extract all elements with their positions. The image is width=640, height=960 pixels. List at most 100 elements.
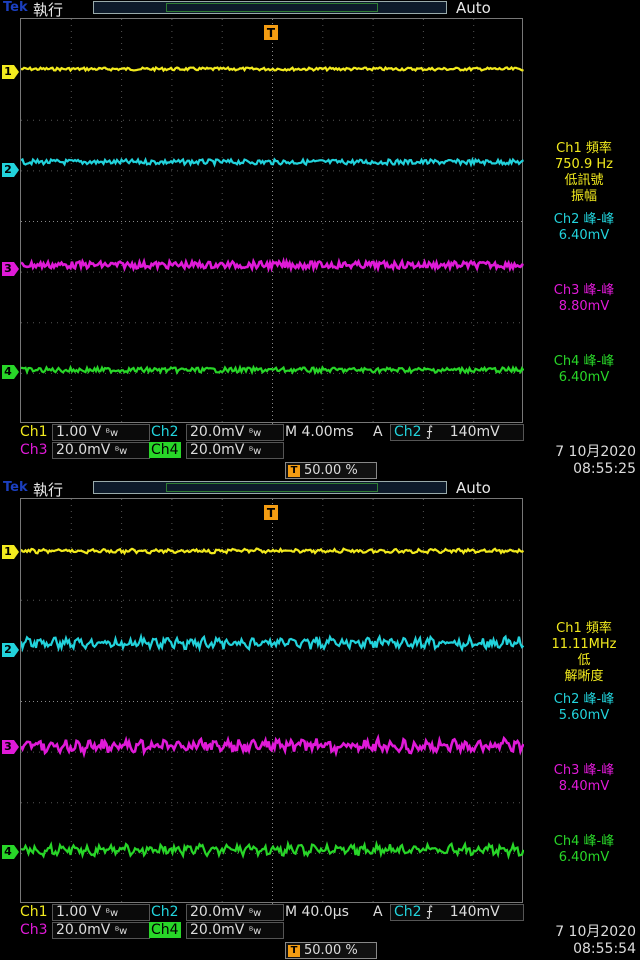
record-memory-bar[interactable] xyxy=(93,481,447,494)
tek-logo: Tek xyxy=(3,480,28,495)
ch1-scale-readout[interactable]: 1.00 V ᴮw xyxy=(52,424,150,441)
tek-logo: Tek xyxy=(3,0,28,15)
acquisition-indicator: A xyxy=(373,424,383,440)
ch1-ground-marker[interactable]: 1 xyxy=(2,545,19,559)
meas-label: Ch1 頻率 xyxy=(556,141,612,156)
ch4-ground-marker[interactable]: 4 xyxy=(2,365,19,379)
meas-label: Ch3 峰-峰 xyxy=(553,763,615,778)
meas-value: 8.80mV xyxy=(558,299,610,314)
meas-value: 750.9 Hz xyxy=(555,157,613,172)
record-view-window[interactable] xyxy=(166,3,378,12)
status-row-1: Ch1 1.00 V ᴮw Ch2 20.0mV ᴮw M 4.00ms A C… xyxy=(0,424,640,442)
top-status-bar: Tek 執行 Auto xyxy=(0,0,640,19)
trigger-position-readout[interactable]: T 50.00 % xyxy=(285,942,377,959)
waveform-graticule xyxy=(20,18,524,424)
status-row-1: Ch1 1.00 V ᴮw Ch2 20.0mV ᴮw M 40.0µs A C… xyxy=(0,904,640,922)
ch3-ground-marker[interactable]: 3 xyxy=(2,262,19,276)
ch2-ground-marker[interactable]: 2 xyxy=(2,163,19,177)
meas-label: Ch1 頻率 xyxy=(556,621,612,636)
meas-note: 低 xyxy=(577,653,591,668)
ch1-trace xyxy=(21,546,524,556)
ch2-ground-marker[interactable]: 2 xyxy=(2,643,19,657)
meas-note: 解晰度 xyxy=(564,669,604,684)
meas-value: 8.40mV xyxy=(558,779,610,794)
trigger-readout[interactable]: Ch2 ⨍ 140mV xyxy=(390,904,524,921)
ch2-scale-readout[interactable]: 20.0mV ᴮw xyxy=(186,904,284,921)
ch3-ground-marker[interactable]: 3 xyxy=(2,740,19,754)
waveform-traces xyxy=(21,65,524,376)
waveform-traces xyxy=(21,546,524,860)
time-text: 08:55:25 xyxy=(573,461,636,477)
trigger-mode[interactable]: Auto xyxy=(456,479,491,497)
trigger-readout[interactable]: Ch2 ⨍ 140mV xyxy=(390,424,524,441)
meas-value: 5.60mV xyxy=(558,708,610,723)
ch4-scale-readout[interactable]: 20.0mV ᴮw xyxy=(186,442,284,459)
svg-text:T: T xyxy=(267,506,276,520)
svg-text:T: T xyxy=(267,26,276,40)
ch2-pk-pk-measurement: Ch2 峰-峰 5.60mV xyxy=(528,692,640,724)
acquisition-indicator: A xyxy=(373,904,383,920)
ch3-pk-pk-measurement: Ch3 峰-峰 8.40mV xyxy=(528,763,640,795)
ch2-pk-pk-measurement: Ch2 峰-峰 6.40mV xyxy=(528,212,640,244)
date-time: 7 10月2020 08:55:54 xyxy=(536,924,640,958)
ch1-frequency-measurement: Ch1 頻率 11.11MHz 低 解晰度 xyxy=(528,621,640,685)
top-status-bar: Tek 執行 Auto xyxy=(0,479,640,499)
timebase-readout[interactable]: M 4.00ms xyxy=(283,424,356,440)
ch2-label[interactable]: Ch2 xyxy=(149,904,181,920)
ch2-label[interactable]: Ch2 xyxy=(149,424,181,440)
meas-label: Ch4 峰-峰 xyxy=(553,834,615,849)
ch1-label[interactable]: Ch1 xyxy=(18,904,50,920)
record-memory-bar[interactable] xyxy=(93,1,447,14)
ch4-trace xyxy=(21,839,524,860)
ch4-pk-pk-measurement: Ch4 峰-峰 6.40mV xyxy=(528,834,640,866)
ch3-scale-readout[interactable]: 20.0mV ᴮw xyxy=(52,922,150,939)
meas-value: 6.40mV xyxy=(558,850,610,865)
ch2-trace xyxy=(21,156,524,168)
timebase-readout[interactable]: M 40.0µs xyxy=(283,904,351,920)
meas-value: 11.11MHz xyxy=(551,637,617,652)
ch4-label[interactable]: Ch4 xyxy=(149,442,181,458)
trigger-mode[interactable]: Auto xyxy=(456,0,491,17)
ch4-pk-pk-measurement: Ch4 峰-峰 6.40mV xyxy=(528,354,640,386)
meas-value: 6.40mV xyxy=(558,370,610,385)
record-view-window[interactable] xyxy=(166,483,378,492)
scope-screen-2: Tek 執行 Auto T 1 2 3 4 Ch1 頻率 11.11MHz 低 … xyxy=(0,479,640,960)
ch3-scale-readout[interactable]: 20.0mV ᴮw xyxy=(52,442,150,459)
meas-label: Ch2 峰-峰 xyxy=(553,692,615,707)
date-text: 7 10月2020 xyxy=(555,444,636,460)
ch4-label[interactable]: Ch4 xyxy=(149,922,181,938)
meas-label: Ch3 峰-峰 xyxy=(553,283,615,298)
ch1-scale-readout[interactable]: 1.00 V ᴮw xyxy=(52,904,150,921)
ch3-trace xyxy=(21,256,524,274)
date-time: 7 10月2020 08:55:25 xyxy=(536,444,640,478)
waveform-graticule xyxy=(20,498,524,904)
ch4-ground-marker[interactable]: 4 xyxy=(2,845,19,859)
date-text: 7 10月2020 xyxy=(555,924,636,940)
run-state: 執行 xyxy=(33,481,64,499)
ch1-frequency-measurement: Ch1 頻率 750.9 Hz 低訊號 振幅 xyxy=(528,141,640,205)
ch4-scale-readout[interactable]: 20.0mV ᴮw xyxy=(186,922,284,939)
ch3-label[interactable]: Ch3 xyxy=(18,922,50,938)
trigger-position-marker-icon[interactable]: T xyxy=(264,22,278,40)
meas-note: 低訊號 xyxy=(564,173,604,188)
ch3-pk-pk-measurement: Ch3 峰-峰 8.80mV xyxy=(528,283,640,315)
ch1-trace xyxy=(21,65,524,73)
trigger-icon: T xyxy=(288,465,300,477)
time-text: 08:55:54 xyxy=(573,941,636,957)
ch1-ground-marker[interactable]: 1 xyxy=(2,65,19,79)
run-state: 執行 xyxy=(33,1,64,19)
ch2-scale-readout[interactable]: 20.0mV ᴮw xyxy=(186,424,284,441)
ch3-label[interactable]: Ch3 xyxy=(18,442,50,458)
meas-label: Ch4 峰-峰 xyxy=(553,354,615,369)
trigger-icon: T xyxy=(288,945,300,957)
ch2-trace xyxy=(21,632,524,653)
trigger-position-marker-icon[interactable]: T xyxy=(264,502,278,520)
ch1-label[interactable]: Ch1 xyxy=(18,424,50,440)
trigger-position-readout[interactable]: T 50.00 % xyxy=(285,462,377,479)
meas-note: 振幅 xyxy=(570,189,597,204)
scope-screen-1: Tek 執行 Auto T 1 2 3 4 Ch1 頻率 750.9 Hz 低訊… xyxy=(0,0,640,480)
ch4-trace xyxy=(21,364,524,376)
ch3-trace xyxy=(21,733,524,759)
meas-label: Ch2 峰-峰 xyxy=(553,212,615,227)
meas-value: 6.40mV xyxy=(558,228,610,243)
